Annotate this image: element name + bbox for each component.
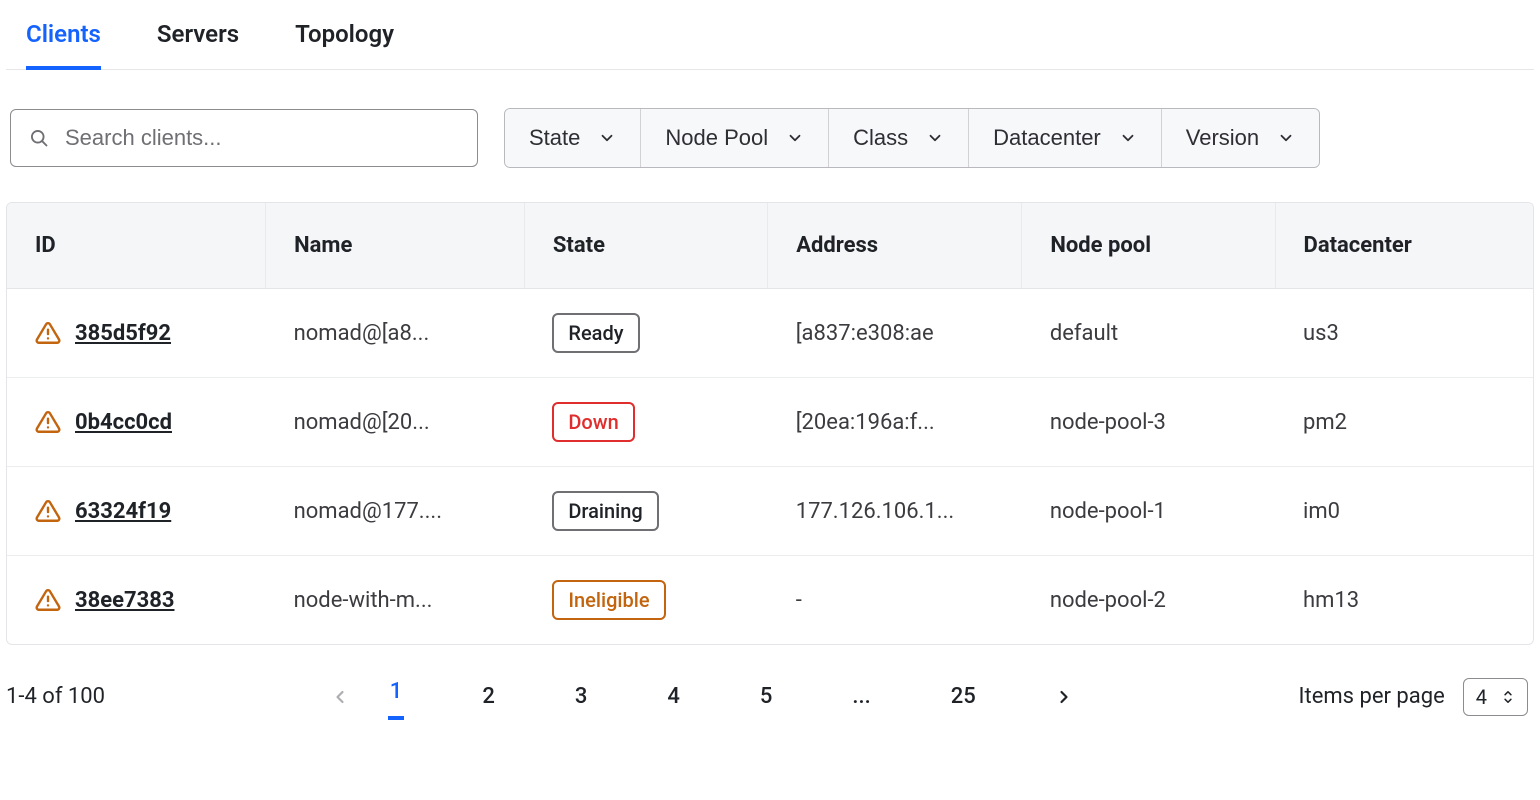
cell-dc: pm2	[1275, 378, 1533, 467]
alert-triangle-icon	[35, 320, 61, 346]
filter-label: Node Pool	[665, 125, 768, 151]
table-row[interactable]: 38ee7383 node-with-m... Ineligible -node-po…	[7, 556, 1533, 645]
tab-clients[interactable]: Clients	[26, 20, 101, 70]
cell-pool: node-pool-3	[1022, 378, 1275, 467]
chevron-down-icon	[1277, 129, 1295, 147]
table-row[interactable]: 63324f19 nomad@177.... Draining 177.126.106…	[7, 467, 1533, 556]
cell-dc: hm13	[1275, 556, 1533, 645]
col-header-state[interactable]: State	[524, 203, 767, 289]
state-badge: Ineligible	[552, 580, 665, 620]
filter-node-pool[interactable]: Node Pool	[641, 109, 829, 167]
cell-name: nomad@177....	[266, 467, 525, 556]
filter-label: State	[529, 125, 580, 151]
alert-triangle-icon	[35, 409, 61, 435]
cell-dc: us3	[1275, 289, 1533, 378]
col-header-id[interactable]: ID	[7, 203, 266, 289]
filter-label: Datacenter	[993, 125, 1101, 151]
client-id-link[interactable]: 63324f19	[75, 499, 171, 524]
clients-table: ID Name State Address Node pool Datacent…	[6, 202, 1534, 645]
cell-dc: im0	[1275, 467, 1533, 556]
page-number[interactable]: 5	[758, 678, 775, 715]
cell-pool: default	[1022, 289, 1275, 378]
cell-pool: node-pool-1	[1022, 467, 1275, 556]
page-number[interactable]: 4	[665, 678, 682, 715]
chevron-down-icon	[786, 129, 804, 147]
cell-name: node-with-m...	[266, 556, 525, 645]
state-badge: Down	[552, 402, 634, 442]
table-row[interactable]: 385d5f92 nomad@[a8... Ready [a837:e308:aede…	[7, 289, 1533, 378]
page-number[interactable]: 3	[573, 678, 590, 715]
client-id-link[interactable]: 0b4cc0cd	[75, 410, 172, 435]
client-id-link[interactable]: 385d5f92	[75, 321, 171, 346]
cell-pool: node-pool-2	[1022, 556, 1275, 645]
col-header-address[interactable]: Address	[768, 203, 1022, 289]
filter-label: Version	[1186, 125, 1259, 151]
cell-address: [a837:e308:ae	[768, 289, 1022, 378]
tabs-bar: Clients Servers Topology	[6, 0, 1534, 70]
chevron-down-icon	[926, 129, 944, 147]
page-ellipsis: ...	[850, 678, 872, 715]
cell-address: [20ea:196a:f...	[768, 378, 1022, 467]
col-header-dc[interactable]: Datacenter	[1275, 203, 1533, 289]
filter-group: State Node Pool Class Datacenter Version	[504, 108, 1320, 168]
cell-name: nomad@[20...	[266, 378, 525, 467]
cell-address: -	[768, 556, 1022, 645]
per-page-select[interactable]: 4	[1463, 678, 1528, 716]
controls-row: State Node Pool Class Datacenter Version	[6, 70, 1534, 202]
stepper-icon	[1501, 688, 1515, 706]
page-next-button[interactable]	[1054, 687, 1074, 707]
chevron-down-icon	[598, 129, 616, 147]
tab-topology[interactable]: Topology	[295, 20, 394, 69]
table-row[interactable]: 0b4cc0cd nomad@[20... Down [20ea:196a:f...n…	[7, 378, 1533, 467]
filter-class[interactable]: Class	[829, 109, 969, 167]
col-header-name[interactable]: Name	[266, 203, 525, 289]
chevron-down-icon	[1119, 129, 1137, 147]
page-prev-button[interactable]	[330, 687, 350, 707]
alert-triangle-icon	[35, 587, 61, 613]
state-badge: Draining	[552, 491, 658, 531]
filter-label: Class	[853, 125, 908, 151]
per-page-label: Items per page	[1299, 684, 1445, 709]
cell-name: nomad@[a8...	[266, 289, 525, 378]
alert-triangle-icon	[35, 498, 61, 524]
per-page-value: 4	[1476, 685, 1487, 709]
search-icon	[29, 128, 49, 148]
filter-version[interactable]: Version	[1162, 109, 1319, 167]
pagination-row: 1-4 of 100 1 2 3 4 5... 25 Items per page 4	[6, 645, 1534, 732]
cell-address: 177.126.106.1...	[768, 467, 1022, 556]
state-badge: Ready	[552, 313, 639, 353]
page-number[interactable]: 25	[949, 678, 978, 715]
per-page: Items per page 4	[1299, 678, 1528, 716]
tab-servers[interactable]: Servers	[157, 20, 239, 69]
pagination-summary: 1-4 of 100	[6, 684, 105, 709]
filter-datacenter[interactable]: Datacenter	[969, 109, 1162, 167]
col-header-pool[interactable]: Node pool	[1022, 203, 1275, 289]
search-input[interactable]	[65, 125, 459, 151]
page-number[interactable]: 1	[388, 673, 405, 720]
pagination-nav: 1 2 3 4 5... 25	[330, 673, 1074, 720]
filter-state[interactable]: State	[505, 109, 641, 167]
search-box[interactable]	[10, 109, 478, 167]
page-number[interactable]: 2	[480, 678, 497, 715]
client-id-link[interactable]: 38ee7383	[75, 588, 175, 613]
